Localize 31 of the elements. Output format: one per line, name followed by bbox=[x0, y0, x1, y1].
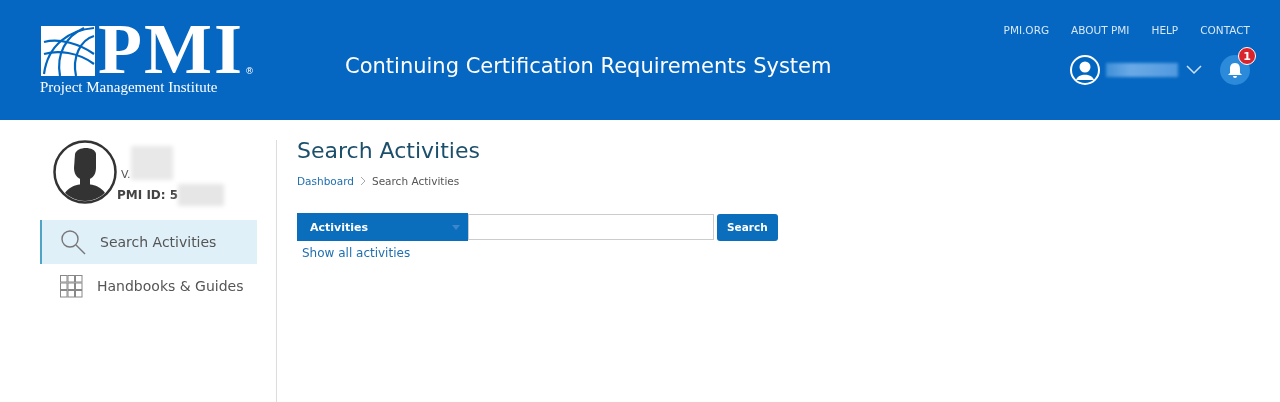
logo-subtitle: Project Management Institute bbox=[40, 78, 219, 96]
registered-mark: ® bbox=[244, 66, 254, 76]
notification-badge: 1 bbox=[1238, 47, 1256, 65]
globe-icon bbox=[40, 24, 96, 78]
pmi-id: PMI ID: 5 bbox=[117, 188, 179, 202]
show-all-link[interactable]: Show all activities bbox=[302, 246, 411, 260]
chevron-down-icon bbox=[1186, 65, 1202, 75]
nav-link[interactable]: ABOUT PMI bbox=[1071, 24, 1130, 36]
nav-link[interactable]: HELP bbox=[1151, 24, 1179, 36]
sidebar-item[interactable]: Search Activities bbox=[40, 220, 257, 264]
redacted-id bbox=[178, 184, 225, 206]
nav-link[interactable]: PMI.ORG bbox=[1003, 24, 1050, 36]
logo-wordmark: PMI bbox=[98, 20, 244, 78]
user-name: V. bbox=[121, 167, 131, 181]
profile-avatar-icon bbox=[53, 140, 117, 204]
search-field[interactable] bbox=[468, 214, 714, 240]
grid-icon bbox=[60, 274, 83, 298]
nav-link[interactable]: CONTACT bbox=[1200, 24, 1250, 36]
app-title: Continuing Certification Requirements System bbox=[345, 53, 832, 80]
category-dropdown[interactable]: Activities bbox=[297, 213, 468, 241]
caret-icon bbox=[452, 224, 460, 230]
bell-icon bbox=[1227, 62, 1243, 78]
sidebar-item[interactable]: Handbooks & Guides bbox=[40, 264, 257, 308]
search-button[interactable]: Search bbox=[717, 213, 778, 241]
redacted-username bbox=[1106, 63, 1178, 77]
user-avatar-icon bbox=[1070, 55, 1100, 85]
search-icon bbox=[60, 229, 86, 255]
breadcrumb-current: Search Activities bbox=[371, 175, 460, 187]
breadcrumb-link[interactable]: Dashboard bbox=[297, 175, 354, 187]
breadcrumb-chevron-icon bbox=[359, 176, 366, 186]
page-title: Search Activities bbox=[297, 138, 481, 163]
